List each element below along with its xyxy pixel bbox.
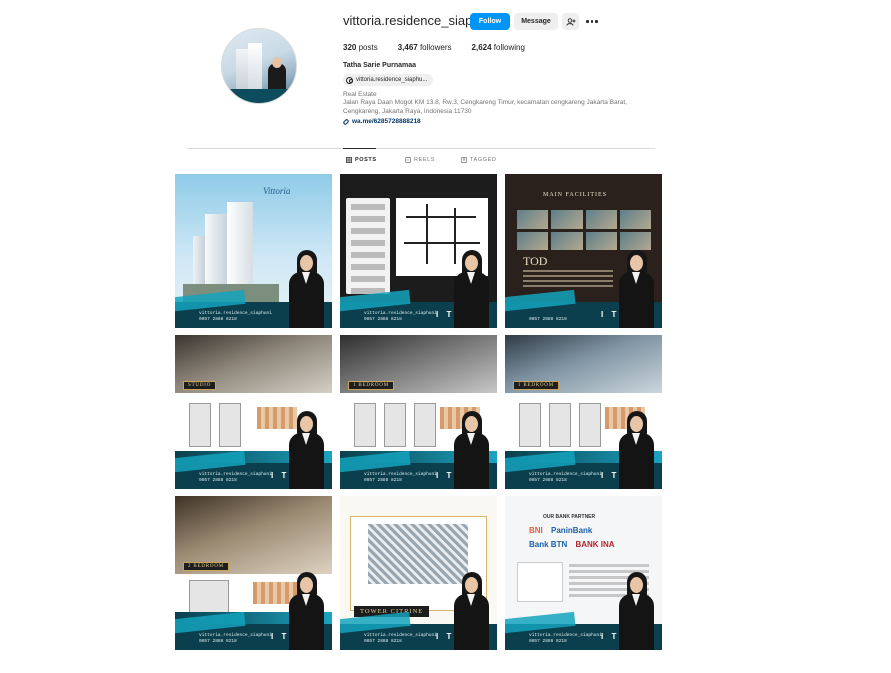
follow-button[interactable]: Follow bbox=[470, 13, 510, 30]
bank-logo: BNI bbox=[529, 526, 543, 535]
post-footer-text: vittoria.residence_siaphuni 0857 2888 82… bbox=[364, 472, 437, 483]
more-options-button[interactable] bbox=[584, 13, 600, 30]
suggested-users-button[interactable] bbox=[562, 13, 579, 30]
post-thumbnail[interactable]: 2 BEDROOM vittoria.residence_siaphuni 08… bbox=[175, 496, 332, 650]
agent-photo bbox=[287, 572, 325, 650]
threads-icon bbox=[346, 76, 353, 84]
room-type-label: 2 BEDROOM bbox=[183, 562, 229, 571]
bank-logo: BANK INA bbox=[575, 540, 615, 549]
post-footer-text: vittoria.residence_siaphuni 0857 2888 82… bbox=[199, 472, 272, 483]
profile-address: Jalan Raya Daan Mogot KM 13.8, Rw.3, Cen… bbox=[343, 99, 627, 115]
post-footer-text: vittoria.residence_siaphuni 0857 2888 82… bbox=[364, 633, 437, 644]
agent-photo bbox=[452, 411, 490, 489]
post-thumbnail[interactable]: 1 BEDROOM vittoria.residence_siaphuni 08… bbox=[340, 335, 497, 489]
post-thumbnail[interactable]: STUDIO vittoria.residence_siaphuni 0857 … bbox=[175, 335, 332, 489]
followers-count[interactable]: 3,467 followers bbox=[398, 43, 452, 52]
profile-stats: 320 posts 3,467 followers 2,624 followin… bbox=[343, 43, 525, 52]
threads-badge[interactable]: vittoria.residence_siaphu... bbox=[343, 74, 434, 86]
bank-logo: PaninBank bbox=[551, 526, 593, 535]
agent-photo bbox=[617, 411, 655, 489]
post-footer-text: 0857 2888 8218 bbox=[529, 317, 567, 322]
post-footer-text: vittoria.residence_siaphuni 0857 2888 82… bbox=[529, 472, 602, 483]
floor-plans bbox=[519, 403, 601, 447]
bank-logos: BNI PaninBank Bank BTN BANK INA bbox=[529, 524, 639, 552]
message-button[interactable]: Message bbox=[514, 13, 558, 30]
tabs-divider bbox=[187, 148, 655, 149]
post-footer-text: vittoria.residence_siaphuni 0857 2888 82… bbox=[364, 311, 437, 322]
agent-photo bbox=[617, 250, 655, 328]
profile-avatar[interactable] bbox=[221, 28, 297, 104]
post-footer-text: vittoria.residence_siaphuni 0857 2888 82… bbox=[199, 633, 272, 644]
facility-photos bbox=[517, 210, 651, 250]
agent-photo bbox=[452, 572, 490, 650]
floor-plans bbox=[189, 403, 241, 447]
add-user-icon bbox=[566, 17, 575, 26]
link-icon bbox=[342, 117, 350, 126]
agent-photo bbox=[287, 411, 325, 489]
posts-count: 320 posts bbox=[343, 43, 378, 52]
tab-tagged[interactable]: TAGGED bbox=[461, 157, 496, 163]
post-title: OUR BANK PARTNER bbox=[543, 514, 596, 520]
post-thumbnail[interactable]: 1 BEDROOM vittoria.residence_siaphuni 08… bbox=[505, 335, 662, 489]
active-tab-indicator bbox=[343, 148, 376, 149]
post-thumbnail[interactable]: vittoria.residence_siaphuni 0857 2888 82… bbox=[340, 174, 497, 328]
following-count[interactable]: 2,624 following bbox=[472, 43, 525, 52]
agent-photo bbox=[452, 250, 490, 328]
floor-plans bbox=[189, 580, 229, 616]
post-thumbnail[interactable]: MAIN FACILITIES TOD 0857 2888 8218 I T A bbox=[505, 174, 662, 328]
profile-link-text[interactable]: wa.me/6285728888218 bbox=[352, 118, 421, 125]
tagged-icon bbox=[461, 157, 467, 163]
tod-badge: TOD bbox=[523, 254, 548, 268]
profile-category: Real Estate bbox=[343, 91, 377, 98]
grid-icon bbox=[346, 157, 352, 163]
profile-link[interactable]: wa.me/6285728888218 bbox=[342, 117, 421, 126]
reels-icon bbox=[405, 157, 411, 163]
post-logo: Vittoria bbox=[263, 186, 291, 196]
room-type-label: 1 BEDROOM bbox=[513, 381, 559, 390]
bank-logo: Bank BTN bbox=[529, 540, 568, 549]
post-footer-text: vittoria.residence_siaphuni 0857 2888 82… bbox=[529, 633, 602, 644]
threads-handle: vittoria.residence_siaphu... bbox=[356, 77, 428, 83]
posts-grid: Vittoria vittoria.residence_siaphuni 085… bbox=[175, 174, 663, 650]
room-type-label: 1 BEDROOM bbox=[348, 381, 394, 390]
agent-photo bbox=[617, 572, 655, 650]
room-type-label: STUDIO bbox=[183, 381, 217, 390]
location-card bbox=[346, 198, 390, 294]
post-footer-text: vittoria.residence_siaphuni 0857 2888 82… bbox=[199, 311, 272, 322]
agent-photo bbox=[287, 250, 325, 328]
floor-plans bbox=[354, 403, 436, 447]
post-thumbnail[interactable]: OUR BANK PARTNER BNI PaninBank Bank BTN … bbox=[505, 496, 662, 650]
tab-posts[interactable]: POSTS bbox=[346, 157, 377, 163]
profile-full-name: Tatha Sarie Purnamaa bbox=[343, 62, 417, 69]
more-dots-icon bbox=[586, 20, 589, 23]
post-thumbnail[interactable]: Vittoria vittoria.residence_siaphuni 085… bbox=[175, 174, 332, 328]
post-thumbnail[interactable]: TOWER CITRINE vittoria.residence_siaphun… bbox=[340, 496, 497, 650]
tab-reels[interactable]: REELS bbox=[405, 157, 435, 163]
post-title: MAIN FACILITIES bbox=[543, 192, 608, 198]
